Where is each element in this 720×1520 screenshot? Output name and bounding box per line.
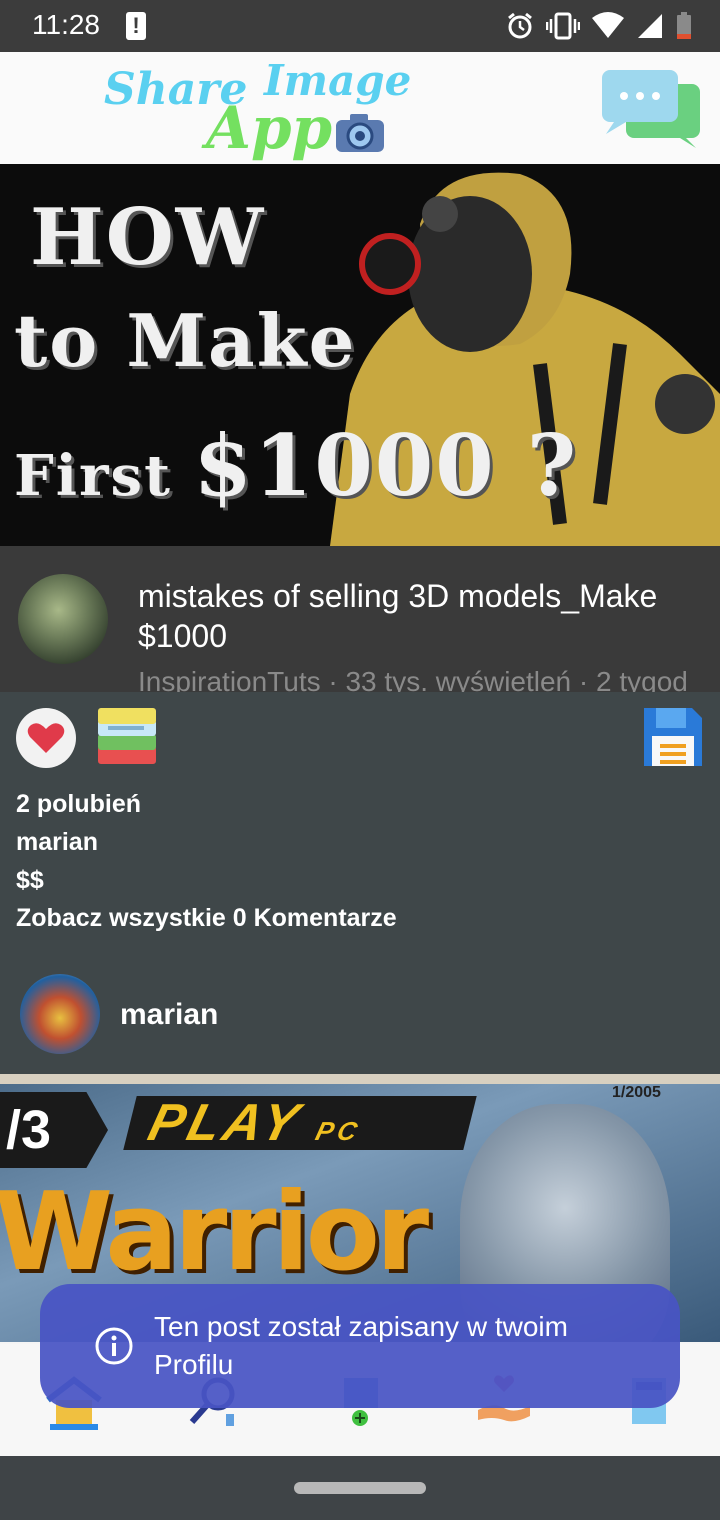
thumbnail-line-3-amount: $1000 ? <box>193 416 579 515</box>
save-button[interactable] <box>642 706 704 768</box>
vibrate-icon <box>546 12 580 40</box>
thumbnail-line-1: HOW <box>30 192 266 283</box>
wifi-icon <box>592 12 624 38</box>
video-info[interactable]: mistakes of selling 3D models_Make $1000… <box>0 546 720 692</box>
magazine-brand-sub: PC <box>312 1116 365 1146</box>
likes-count: 2 polubień <box>16 790 141 818</box>
app-logo: Share Image App <box>100 56 411 162</box>
logo-app-text: App <box>206 94 333 162</box>
camera-icon <box>336 114 384 152</box>
comments-button[interactable] <box>96 706 158 768</box>
comment-author-avatar[interactable] <box>20 974 100 1054</box>
alert-icon: ! <box>126 12 146 40</box>
status-time: 11:28 <box>32 9 100 40</box>
magazine-brand: PLAY PC <box>123 1094 477 1152</box>
magazine-issue: 1/2005 <box>612 1084 661 1101</box>
status-bar: 11:28 ! <box>0 0 720 52</box>
thumbnail-line-2: to Make <box>14 298 357 383</box>
comments-stack-icon <box>98 708 156 764</box>
system-nav-bar <box>0 1456 720 1520</box>
magazine-brand-text: PLAY <box>142 1094 308 1152</box>
battery-low-icon <box>677 12 691 39</box>
magazine-title: Warrior <box>0 1170 429 1295</box>
view-comments-link[interactable]: Zobacz wszystkie 0 Komentarze <box>16 904 397 933</box>
saved-toast: Ten post został zapisany w twoim Profilu <box>40 1284 680 1408</box>
chat-bubbles-icon <box>602 70 700 148</box>
like-button[interactable] <box>16 708 76 768</box>
home-gesture-pill[interactable] <box>294 1482 426 1494</box>
chat-button[interactable] <box>600 68 704 148</box>
heart-icon <box>27 723 65 753</box>
video-subtitle: InspirationTuts · 33 tys. wyświetleń · 2… <box>138 666 688 692</box>
magazine-top-strip <box>0 1074 720 1084</box>
thumbnail-line-3: First $1000 ? <box>14 416 578 515</box>
signal-icon <box>638 14 662 38</box>
magazine-number: /3 <box>0 1092 108 1168</box>
status-icons <box>506 10 692 42</box>
post-caption: $$ <box>16 866 44 894</box>
toast-message: Ten post został zapisany w twoim Profilu <box>154 1311 568 1380</box>
channel-avatar <box>18 574 108 664</box>
post-author[interactable]: marian <box>16 828 98 857</box>
post-panel: 2 polubień marian $$ Zobacz wszystkie 0 … <box>0 692 720 1074</box>
video-title: mistakes of selling 3D models_Make $1000 <box>138 578 658 654</box>
comment-author-name[interactable]: marian <box>120 998 218 1032</box>
app-header: Share Image App <box>0 52 720 164</box>
thumbnail-line-3-prefix: First <box>14 443 194 509</box>
alarm-icon <box>508 12 532 39</box>
info-icon <box>95 1327 133 1365</box>
save-disk-icon <box>644 708 702 766</box>
post-image[interactable]: HOW to Make First $1000 ? <box>0 164 720 546</box>
